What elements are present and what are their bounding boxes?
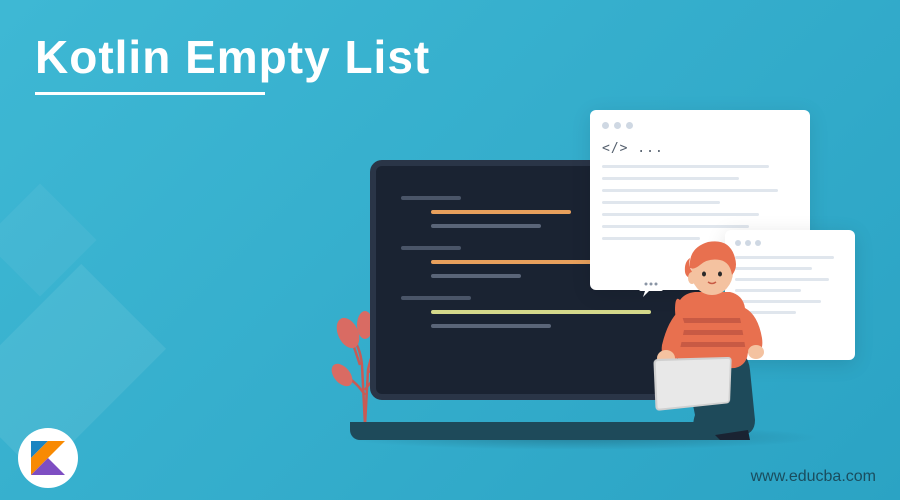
code-line	[431, 310, 651, 314]
window-dot	[602, 122, 609, 129]
text-line	[602, 177, 739, 180]
code-line	[431, 260, 611, 264]
code-line	[401, 296, 471, 300]
text-line	[602, 225, 749, 228]
kotlin-logo-icon	[18, 428, 78, 488]
text-line	[602, 201, 720, 204]
code-line	[401, 246, 461, 250]
code-line	[431, 210, 571, 214]
text-line	[602, 189, 778, 192]
code-line	[401, 196, 461, 200]
website-url: www.educba.com	[751, 468, 876, 486]
title-underline	[35, 92, 265, 95]
code-tag-text: </> ...	[602, 141, 798, 156]
person-laptop-illustration	[655, 358, 745, 418]
text-line	[602, 213, 759, 216]
code-line	[431, 224, 541, 228]
page-title: Kotlin Empty List	[35, 30, 430, 84]
text-line	[602, 165, 769, 168]
code-line	[431, 324, 551, 328]
window-dot	[626, 122, 633, 129]
window-dot	[614, 122, 621, 129]
code-line	[431, 274, 521, 278]
illustration-scene: </> ...	[320, 110, 840, 450]
small-laptop-screen	[653, 357, 731, 411]
window-controls	[602, 122, 798, 129]
